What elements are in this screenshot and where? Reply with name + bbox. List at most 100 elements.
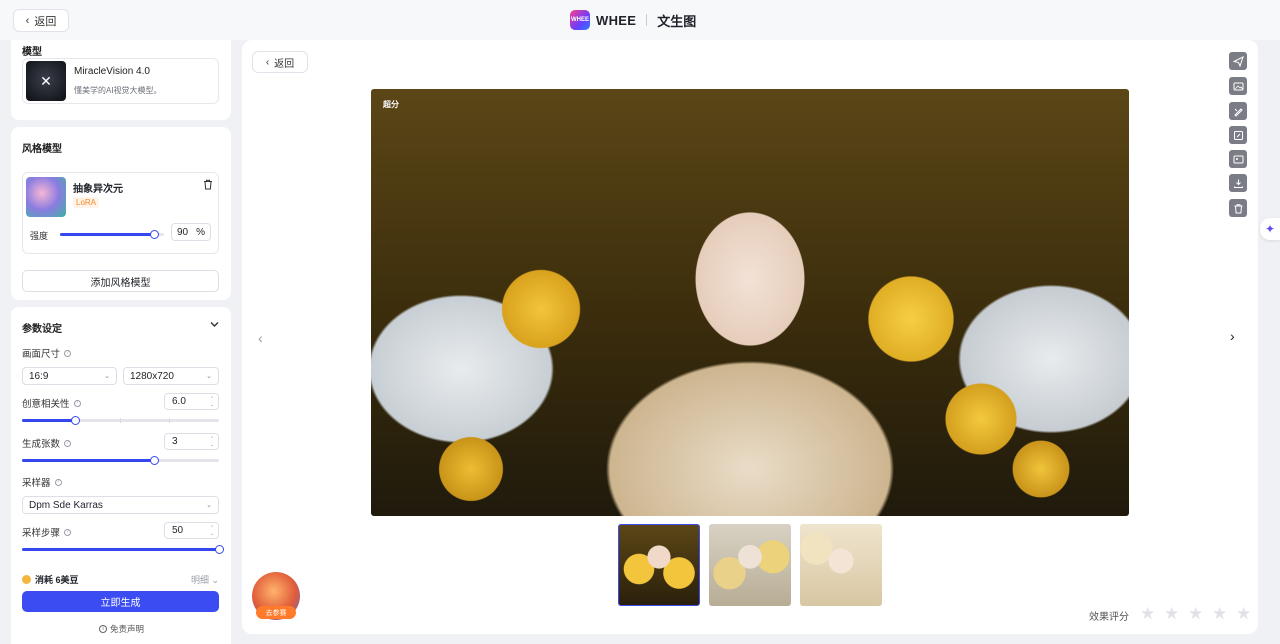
steps-value: 50 <box>172 525 184 536</box>
strength-slider-handle[interactable] <box>150 230 159 239</box>
back-button[interactable]: ‹ 返回 <box>13 9 69 32</box>
count-slider[interactable] <box>22 456 219 465</box>
chevron-down-icon: ⌄ <box>206 502 212 509</box>
count-slider-handle[interactable] <box>150 456 159 465</box>
chevron-left-icon: ‹ <box>25 14 30 27</box>
size-label-text: 画面尺寸 <box>22 349 61 360</box>
prev-image-icon[interactable]: ‹ <box>258 330 263 346</box>
steps-input[interactable]: 50 ⌃ ⌄ <box>164 522 219 539</box>
creativity-slider-handle[interactable] <box>71 416 80 425</box>
trash-icon[interactable] <box>203 179 213 190</box>
detail-link[interactable]: 明细 ⌄ <box>191 573 219 586</box>
brand-divider <box>646 14 648 26</box>
style-section-title: 风格模型 <box>22 144 62 155</box>
logo-text: WHEE <box>571 17 589 23</box>
strength-value: 90 <box>177 226 189 238</box>
generate-button[interactable]: 立即生成 <box>22 591 219 612</box>
edit-button[interactable] <box>1229 126 1247 144</box>
strength-unit: % <box>196 226 205 238</box>
model-selector[interactable]: ✕ MiracleVision 4.0 懂美学的AI视觉大模型。 <box>22 58 219 104</box>
ai-assistant-button[interactable]: ✦ <box>1260 218 1280 240</box>
chevron-down-icon: ⌄ <box>104 373 110 380</box>
send-button[interactable] <box>1229 52 1247 70</box>
thumbnail-1[interactable] <box>618 524 700 606</box>
help-icon[interactable]: ? <box>73 399 81 407</box>
page-title: 文生图 <box>657 13 697 29</box>
trash-icon <box>1234 203 1242 213</box>
style-thumbnail <box>26 177 66 217</box>
help-icon[interactable]: ? <box>64 528 72 536</box>
rating-star-4[interactable]: ★ <box>1212 604 1227 624</box>
rating-star-3[interactable]: ★ <box>1188 604 1203 624</box>
steps-label: 采样步骤? <box>22 525 72 539</box>
thumbnail-2[interactable] <box>709 524 791 606</box>
strength-input[interactable]: 90 % <box>171 223 211 241</box>
rating-label: 效果评分 <box>1089 612 1129 623</box>
ratio-select[interactable]: 16:9 ⌄ <box>22 367 117 385</box>
count-input[interactable]: 3 ⌃ ⌄ <box>164 433 219 450</box>
model-name: MiracleVision 4.0 <box>74 66 150 77</box>
params-section-title: 参数设定 <box>22 324 62 335</box>
generate-panel: 消耗 6美豆 明细 ⌄ 立即生成 i 免责声明 <box>11 568 231 644</box>
help-icon[interactable]: ? <box>64 439 72 447</box>
help-icon[interactable]: ? <box>64 349 72 357</box>
stepper-icon[interactable]: ⌃ ⌄ <box>210 396 214 408</box>
gallery-icon <box>1233 155 1243 163</box>
brush-button[interactable] <box>1229 102 1247 120</box>
steps-slider-handle[interactable] <box>215 545 224 554</box>
rating-star-5[interactable]: ★ <box>1236 604 1251 624</box>
sampler-select[interactable]: Dpm Sde Karras ⌄ <box>22 496 219 514</box>
model-thumbnail: ✕ <box>26 61 66 101</box>
image-icon <box>1233 82 1243 90</box>
stepper-icon[interactable]: ⌃ ⌄ <box>210 525 214 537</box>
whee-logo-icon: WHEE <box>570 10 590 30</box>
delete-button[interactable] <box>1229 199 1247 217</box>
chevron-down-icon: ⌄ <box>206 373 212 380</box>
next-image-icon[interactable]: › <box>1230 328 1235 344</box>
creativity-slider[interactable] <box>22 416 219 425</box>
strength-slider-fill <box>60 233 154 236</box>
creativity-label-text: 创意相关性 <box>22 399 70 410</box>
generated-image[interactable]: 超分 <box>371 89 1129 516</box>
sampler-label-text: 采样器 <box>22 478 51 489</box>
count-label-text: 生成张数 <box>22 439 61 450</box>
bean-icon <box>22 575 31 584</box>
slider-tick <box>120 418 121 423</box>
sampler-label: 采样器? <box>22 475 62 489</box>
creativity-input[interactable]: 6.0 ⌃ ⌄ <box>164 393 219 410</box>
gallery-button[interactable] <box>1229 150 1247 168</box>
image-edit-button[interactable] <box>1229 77 1247 95</box>
params-card: 参数设定 画面尺寸? 16:9 ⌄ 1280x720 ⌄ 创意相关性? 6.0 … <box>11 307 231 568</box>
brand: WHEE WHEE 文生图 <box>570 10 696 30</box>
disclaimer-link[interactable]: i 免责声明 <box>99 623 144 635</box>
stepper-icon[interactable]: ⌃ ⌄ <box>210 436 214 448</box>
sparkle-icon: ✦ <box>1264 222 1276 236</box>
brand-name: WHEE <box>596 12 637 28</box>
steps-slider[interactable] <box>22 545 224 554</box>
main-back-label: 返回 <box>274 58 295 70</box>
style-model-item: 抽象异次元 LoRA 强度 90 % <box>22 172 219 254</box>
model-card: 模型 ✕ MiracleVision 4.0 懂美学的AI视觉大模型。 <box>11 40 231 120</box>
creativity-value: 6.0 <box>172 396 186 407</box>
help-icon[interactable]: ? <box>54 478 62 486</box>
main-panel: ‹ 返回 超分 ‹ › 效果评分 ★ ★ ★ ★ ★ <box>242 40 1258 634</box>
contest-tag[interactable]: 去参赛 <box>256 606 296 619</box>
download-button[interactable] <box>1229 174 1247 192</box>
rating-star-2[interactable]: ★ <box>1164 604 1179 624</box>
rating-star-1[interactable]: ★ <box>1140 604 1155 624</box>
count-slider-fill <box>22 459 154 462</box>
steps-slider-fill <box>22 548 219 551</box>
resolution-select[interactable]: 1280x720 ⌄ <box>123 367 219 385</box>
slider-tick <box>169 418 170 423</box>
main-back-button[interactable]: ‹ 返回 <box>252 51 308 73</box>
add-style-button[interactable]: 添加风格模型 <box>22 270 219 292</box>
strength-label: 强度 <box>30 231 49 241</box>
chevron-down-icon: ⌄ <box>211 575 220 585</box>
thumbnail-3[interactable] <box>800 524 882 606</box>
edit-icon <box>1233 130 1243 140</box>
chevron-down-icon[interactable] <box>210 321 219 328</box>
send-icon <box>1232 55 1244 67</box>
ratio-value: 16:9 <box>29 370 49 382</box>
strength-slider[interactable] <box>60 230 164 239</box>
style-name: 抽象异次元 <box>73 184 123 195</box>
